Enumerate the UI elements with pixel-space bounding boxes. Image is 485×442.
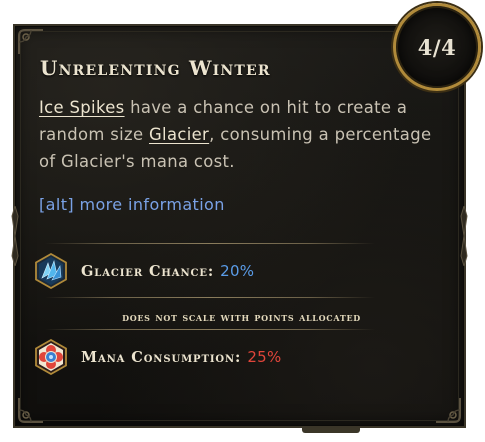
stat-label: Mana Consumption: xyxy=(81,348,242,366)
stat-mana-consumption: Mana Consumption: 25% xyxy=(33,339,282,375)
side-ornament-icon xyxy=(460,206,468,266)
divider xyxy=(45,243,375,244)
rank-badge: 4/4 xyxy=(393,3,481,91)
rank-text: 4/4 xyxy=(417,34,457,60)
stat-value: 20% xyxy=(220,262,255,280)
stat-label: Glacier Chance: xyxy=(81,262,215,280)
divider xyxy=(45,329,375,330)
corner-ornament-icon xyxy=(434,396,462,424)
ice-spikes-link[interactable]: Ice Spikes xyxy=(39,98,125,117)
bottom-tab xyxy=(302,428,360,433)
glacier-link[interactable]: Glacier xyxy=(149,125,209,144)
divider xyxy=(45,297,375,298)
alt-more-information: [alt] more information xyxy=(39,195,225,214)
stat-value: 25% xyxy=(247,348,282,366)
stat-glacier-chance: Glacier Chance: 20% xyxy=(33,253,254,289)
mana-flower-icon xyxy=(35,339,67,375)
glacier-crystal-icon xyxy=(35,253,67,289)
scaling-note: does not scale with points allocated xyxy=(122,310,361,324)
corner-ornament-icon xyxy=(17,396,45,424)
corner-ornament-icon xyxy=(17,28,45,56)
skill-description: Ice Spikes have a chance on hit to creat… xyxy=(39,94,444,175)
passive-tooltip: Unrelenting Winter Ice Spikes have a cha… xyxy=(11,24,468,428)
side-ornament-icon xyxy=(11,206,19,266)
skill-title: Unrelenting Winter xyxy=(40,56,271,80)
